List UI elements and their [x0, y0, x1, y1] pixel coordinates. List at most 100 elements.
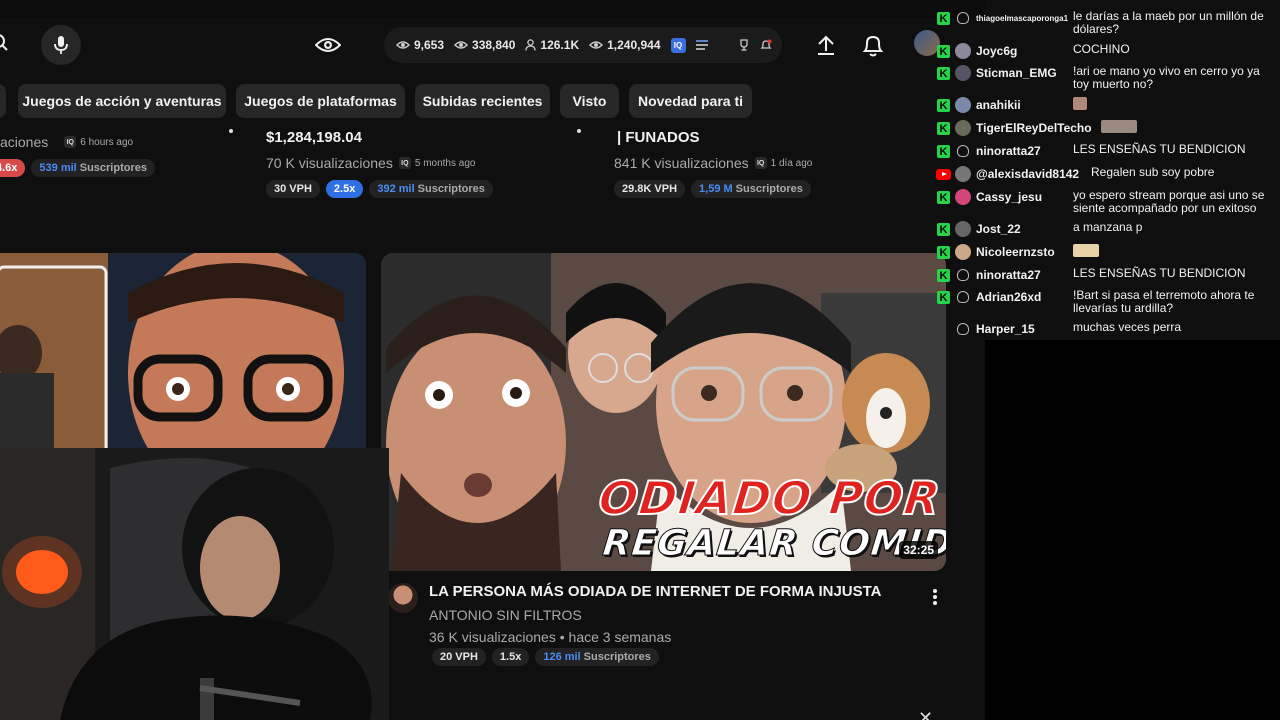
chat-username[interactable]: ninoratta27 [976, 144, 1041, 158]
outlier-ratio-badge: 2.5x [325, 180, 364, 198]
eye-icon [589, 41, 604, 49]
youtube-platform-icon [936, 169, 951, 180]
chat-username[interactable]: anahikii [976, 98, 1021, 112]
chat-user-avatar [957, 291, 969, 303]
chat-username[interactable]: @alexisdavid8142 [976, 167, 1079, 181]
chip-partial[interactable] [0, 84, 6, 118]
webcam-feed [0, 448, 389, 720]
chat-user-avatar [957, 145, 969, 157]
chat-user-avatar [957, 269, 969, 281]
upload-icon[interactable] [814, 33, 838, 62]
chat-emote [1101, 120, 1137, 134]
chat-username[interactable]: thiagoelmascaporonga1 [976, 14, 1068, 23]
kick-platform-icon: K [937, 191, 950, 204]
vph-badge: 30 VPH [266, 180, 320, 198]
trophy-icon[interactable] [738, 39, 750, 51]
microphone-icon [54, 36, 68, 54]
chat-username[interactable]: Sticman_EMG [976, 66, 1057, 80]
vph-badge: 29.8K VPH [614, 180, 686, 198]
stats-bar: 9,653 338,840 126.1K 1,240,944 IQ [384, 27, 782, 63]
chip-action-adventure[interactable]: Juegos de acción y aventuras [18, 84, 226, 118]
video-badges-right: 29.8K VPH 1,59 M Suscriptores [614, 180, 811, 198]
video-badges-main: 20 VPH 1.5x 126 mil Suscriptores [432, 648, 659, 666]
stat-subscribers: 126.1K [525, 38, 579, 52]
subscribers-badge: 126 mil Suscriptores [535, 648, 659, 666]
subscribers-badge: 1,59 M Suscriptores [691, 180, 811, 198]
kick-platform-icon: K [937, 99, 950, 112]
chat-user-avatar [955, 43, 971, 59]
video-views-right: 841 K visualizaciones IQ 1 día ago [614, 155, 813, 171]
top-strip [0, 0, 985, 18]
chat-user-avatar [955, 221, 971, 237]
chip-recent-uploads[interactable]: Subidas recientes [415, 84, 550, 118]
iq-mini-icon: IQ [754, 157, 767, 169]
chat-username[interactable]: ninoratta27 [976, 268, 1041, 282]
iq-mini-icon: IQ [64, 136, 77, 148]
kick-platform-icon: K [937, 45, 950, 58]
chat-username[interactable]: Nicoleernzsto [976, 245, 1055, 259]
chat-message-text: !ari oe mano yo vivo en cerro yo ya toy … [1073, 64, 1260, 91]
channel-name[interactable]: ANTONIO SIN FILTROS [429, 607, 582, 623]
chat-message-text [1101, 120, 1280, 134]
person-icon [525, 39, 537, 51]
video-views: 36 K visualizaciones • hace 3 semanas [429, 629, 672, 645]
kick-platform-icon: K [937, 291, 950, 304]
kick-platform-icon: K [937, 223, 950, 236]
chat-username[interactable]: Jost_22 [976, 222, 1021, 236]
chat-user-avatar [957, 323, 969, 335]
eye-extension-icon[interactable] [314, 36, 342, 59]
vph-badge: 20 VPH [432, 648, 486, 666]
separator-dot [577, 129, 581, 133]
views-fragment: aciones [0, 134, 49, 150]
outlier-ratio-badge: 4.6x [0, 159, 26, 177]
chip-new-to-you[interactable]: Novedad para ti [629, 84, 752, 118]
video-title-mid[interactable]: $1,284,198.04 [266, 129, 362, 146]
separator-dot [229, 129, 233, 133]
kick-platform-icon: K [937, 269, 950, 282]
upload-age: IQ 1 día ago [754, 157, 812, 169]
kick-platform-icon: K [937, 67, 950, 80]
kick-platform-icon: K [937, 246, 950, 259]
chat-message-text: LES ENSEÑAS TU BENDICION [1073, 266, 1246, 280]
stat-total-views: 1,240,944 [589, 38, 661, 52]
chat-username[interactable]: TigerElReyDelTecho [976, 121, 1092, 135]
chat-emote [1073, 97, 1087, 111]
chat-username[interactable]: Cassy_jesu [976, 190, 1042, 204]
video-thumbnail-main[interactable]: ODIADO POR REGALAR COMIDA 32:25 [381, 253, 946, 571]
video-title[interactable]: LA PERSONA MÁS ODIADA DE INTERNET DE FOR… [429, 583, 882, 600]
chat-message-list: Kthiagoelmascaporonga1 le darías a la mae… [930, 0, 1280, 340]
menu-lines-icon[interactable] [695, 40, 708, 50]
chat-username[interactable]: Harper_15 [976, 322, 1035, 336]
channel-avatar[interactable] [388, 583, 418, 613]
notifications-bell-icon[interactable] [862, 33, 884, 62]
chat-username[interactable]: Adrian26xd [976, 290, 1041, 304]
thumbnail-caption-line2: REGALAR COMIDA [600, 523, 946, 565]
kick-platform-icon: K [937, 145, 950, 158]
chat-user-avatar [955, 244, 971, 260]
eye-icon [454, 41, 469, 49]
upload-age: IQ 5 months ago [398, 157, 475, 169]
voice-search-button[interactable] [41, 25, 81, 65]
stat-views: 338,840 [454, 38, 515, 52]
webcam-overlay [0, 448, 389, 720]
chat-user-avatar [955, 189, 971, 205]
kick-platform-icon: K [937, 12, 950, 25]
chat-emote [1073, 244, 1099, 258]
chat-message-text: muchas veces perra [1073, 320, 1182, 334]
chat-user-avatar [955, 166, 971, 182]
chip-platformers[interactable]: Juegos de plataformas [236, 84, 405, 118]
live-chat-overlay: Kthiagoelmascaporonga1 le darías a la mae… [930, 0, 1280, 720]
outlier-ratio-badge: 1.5x [491, 648, 530, 666]
chat-user-avatar [955, 97, 971, 113]
video-badges-left: 4.6x 539 milSuscriptores [0, 159, 155, 177]
search-icon[interactable] [0, 32, 12, 54]
upload-age: IQ 6 hours ago [64, 136, 133, 148]
iq-logo[interactable]: IQ [670, 37, 686, 53]
bell-alert-icon[interactable] [759, 39, 772, 51]
chat-message-text: le darías a la maeb por un millón de dól… [1073, 9, 1264, 36]
chip-watched[interactable]: Visto [560, 84, 619, 118]
chat-username[interactable]: Joyc6g [976, 44, 1017, 58]
video-meta-left: aciones IQ 6 hours ago [0, 134, 133, 150]
chat-user-avatar [955, 120, 971, 136]
video-title-right[interactable]: | FUNADOS [617, 129, 700, 146]
